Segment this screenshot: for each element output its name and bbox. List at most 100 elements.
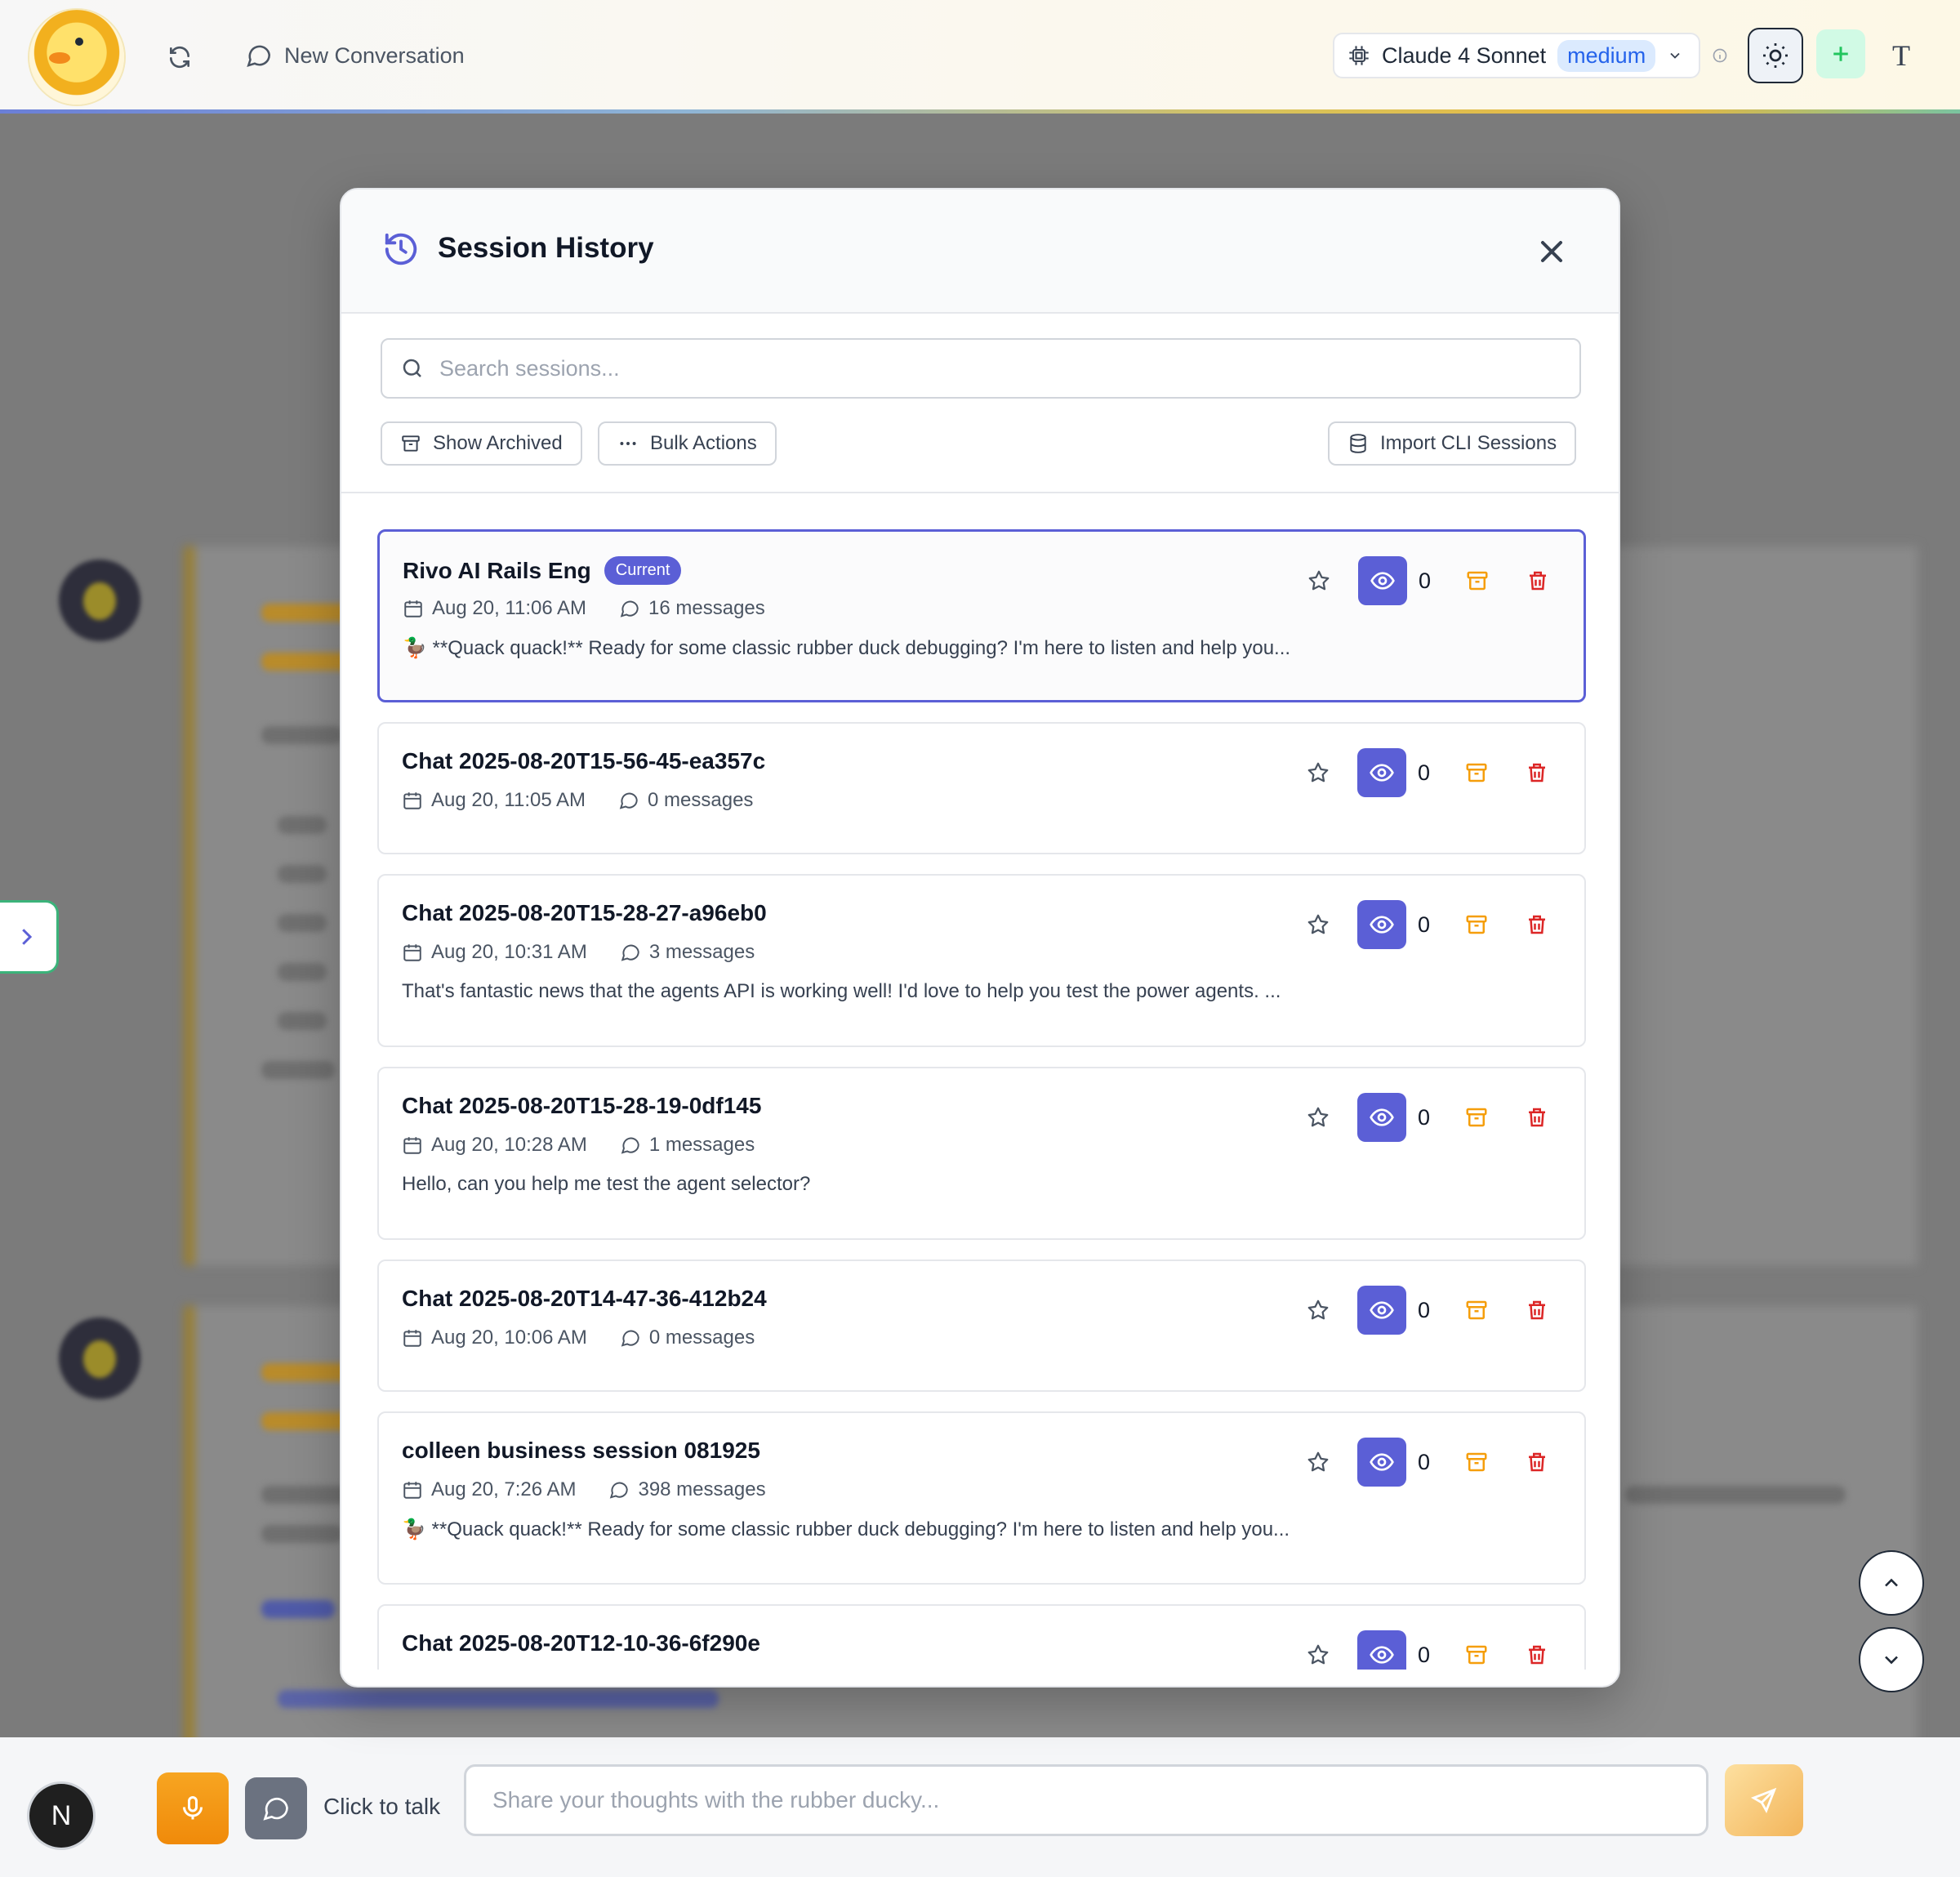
view-session-button[interactable] (1357, 900, 1406, 949)
eye-icon (1370, 916, 1394, 934)
archive-icon[interactable] (1460, 1294, 1493, 1326)
session-card[interactable]: Chat 2025-08-20T15-28-19-0df145 Aug 20, … (377, 1067, 1586, 1240)
star-icon[interactable] (1302, 1101, 1334, 1134)
archive-icon[interactable] (1461, 564, 1494, 597)
new-chat-button[interactable] (1816, 29, 1865, 78)
star-icon[interactable] (1302, 908, 1334, 941)
info-icon[interactable] (1712, 47, 1728, 64)
send-button[interactable] (1725, 1764, 1803, 1836)
session-title: Chat 2025-08-20T15-56-45-ea357c (402, 748, 766, 774)
view-session-button[interactable] (1357, 1630, 1406, 1670)
calendar-icon (403, 1482, 421, 1499)
eye-icon (1370, 1108, 1394, 1126)
eye-icon (1370, 764, 1394, 782)
view-session-button[interactable] (1357, 1438, 1406, 1487)
trash-icon[interactable] (1521, 1294, 1553, 1326)
session-title-row: Rivo AI Rails Eng Current (403, 556, 682, 585)
new-conversation-button[interactable]: New Conversation (245, 38, 465, 74)
chat-bubble-icon (263, 1797, 288, 1821)
font-icon[interactable]: T (1878, 33, 1924, 78)
scroll-down-button[interactable] (1859, 1627, 1924, 1692)
session-card[interactable]: Chat 2025-08-20T12-10-36-6f290e 0 (377, 1604, 1586, 1670)
session-title-row: Chat 2025-08-20T15-56-45-ea357c (402, 748, 765, 774)
session-title-row: Chat 2025-08-20T15-28-27-a96eb0 (402, 900, 767, 926)
trash-icon[interactable] (1521, 564, 1554, 597)
view-session-button[interactable] (1357, 748, 1406, 797)
search-input[interactable] (438, 354, 1503, 382)
star-icon[interactable] (1302, 1294, 1334, 1326)
history-icon (385, 233, 417, 265)
session-date: Aug 20, 11:05 AM (431, 789, 586, 811)
archive-icon[interactable] (1460, 1101, 1493, 1134)
user-avatar[interactable]: N (29, 1784, 93, 1848)
chevron-right-icon (21, 929, 32, 945)
star-icon[interactable] (1302, 1446, 1334, 1478)
session-view-count: 0 (1418, 1642, 1431, 1667)
show-archived-button[interactable]: Show Archived (381, 421, 582, 466)
session-view-count: 0 (1418, 760, 1431, 785)
star-icon[interactable] (1302, 1638, 1334, 1670)
session-message-count: 0 messages (648, 1326, 755, 1349)
session-card[interactable]: Chat 2025-08-20T15-56-45-ea357c Aug 20, … (377, 722, 1586, 854)
session-actions: 0 (1302, 1093, 1553, 1142)
session-title-row: Chat 2025-08-20T15-28-19-0df145 (402, 1093, 761, 1119)
session-actions: 0 (1302, 1286, 1553, 1335)
scroll-up-button[interactable] (1859, 1550, 1924, 1616)
duck-logo[interactable] (29, 10, 124, 105)
session-preview: 🦆 **Quack quack!** Ready for some classi… (403, 637, 1291, 659)
refresh-icon[interactable] (160, 38, 199, 77)
import-cli-sessions-button[interactable]: Import CLI Sessions (1328, 421, 1577, 466)
session-list: Rivo AI Rails Eng Current Aug 20, 11:06 … (341, 493, 1619, 1670)
eye-icon (1370, 1301, 1394, 1319)
calendar-icon (403, 944, 421, 961)
chat-bubble-icon (247, 45, 271, 67)
session-meta: Aug 20, 10:28 AM 1 messages (402, 1134, 755, 1157)
text-mode-button[interactable] (245, 1777, 307, 1839)
trash-icon[interactable] (1521, 908, 1553, 941)
session-card[interactable]: Chat 2025-08-20T15-28-27-a96eb0 Aug 20, … (377, 874, 1586, 1047)
model-selector[interactable]: Claude 4 Sonnet medium (1333, 33, 1700, 78)
trash-icon[interactable] (1521, 1638, 1553, 1670)
session-search[interactable] (381, 338, 1581, 399)
calendar-icon (403, 1137, 421, 1154)
session-message-count: 0 messages (648, 789, 754, 811)
model-name: Claude 4 Sonnet (1382, 42, 1547, 68)
trash-icon[interactable] (1521, 1101, 1553, 1134)
session-title: Rivo AI Rails Eng (403, 557, 591, 583)
theme-toggle-button[interactable] (1748, 28, 1803, 83)
star-icon[interactable] (1303, 564, 1335, 597)
session-view-count: 0 (1418, 912, 1431, 937)
session-message-count: 1 messages (648, 1134, 755, 1156)
calendar-icon (404, 600, 422, 617)
session-title: Chat 2025-08-20T15-28-27-a96eb0 (402, 900, 767, 925)
view-session-button[interactable] (1358, 556, 1407, 605)
view-session-button[interactable] (1357, 1286, 1406, 1335)
message-input[interactable] (464, 1764, 1708, 1836)
blurred-text (278, 914, 327, 932)
bulk-actions-button[interactable]: Bulk Actions (598, 421, 777, 466)
chip-icon (1349, 46, 1369, 65)
archive-icon[interactable] (1460, 908, 1493, 941)
search-icon (403, 359, 421, 377)
sidebar-toggle-button[interactable] (0, 900, 59, 974)
chevron-up-icon (1885, 1578, 1898, 1587)
modal-title: Session History (438, 232, 654, 264)
trash-icon[interactable] (1521, 756, 1553, 789)
eye-icon (1370, 572, 1395, 590)
eye-icon (1370, 1453, 1394, 1471)
session-card[interactable]: Rivo AI Rails Eng Current Aug 20, 11:06 … (377, 529, 1586, 702)
show-archived-label: Show Archived (433, 432, 563, 454)
archive-icon[interactable] (1460, 756, 1493, 789)
view-session-button[interactable] (1357, 1093, 1406, 1142)
archive-icon[interactable] (1460, 1446, 1493, 1478)
trash-icon[interactable] (1521, 1446, 1553, 1478)
database-icon (1350, 434, 1366, 453)
session-card[interactable]: colleen business session 081925 Aug 20, … (377, 1411, 1586, 1585)
archive-icon[interactable] (1460, 1638, 1493, 1670)
microphone-button[interactable] (157, 1772, 229, 1844)
session-title: Chat 2025-08-20T14-47-36-412b24 (402, 1286, 767, 1311)
session-card[interactable]: Chat 2025-08-20T14-47-36-412b24 Aug 20, … (377, 1260, 1586, 1392)
close-icon[interactable] (1534, 234, 1570, 270)
star-icon[interactable] (1302, 756, 1334, 789)
session-meta: Aug 20, 11:05 AM 0 messages (402, 789, 753, 812)
